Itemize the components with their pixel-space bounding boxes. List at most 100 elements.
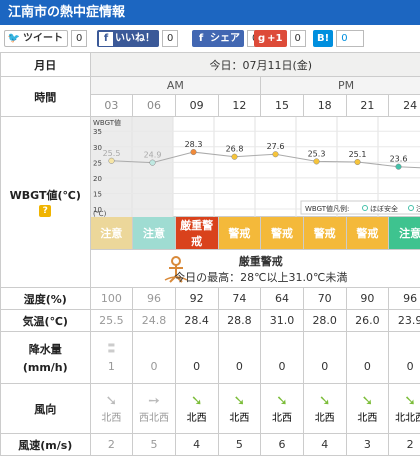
gplus-count: 0 — [289, 30, 306, 47]
rain-cell: 0 — [302, 331, 347, 384]
wind-arrow-icon: ➘ — [190, 393, 203, 409]
gplus-widget[interactable]: g +1 0 — [254, 30, 306, 50]
twitter-icon: 🐦 — [7, 32, 21, 44]
wind-speed-label: 風速(m/s) — [0, 433, 91, 456]
wind-speed-cell: 6 — [260, 433, 304, 456]
hour-cell: 03 — [89, 94, 134, 117]
wind-dir-cell: ➘ 北西 — [260, 383, 304, 434]
humidity-cell: 70 — [302, 287, 347, 310]
am-label: AM — [89, 76, 262, 95]
wind-speed-cell: 4 — [302, 433, 347, 456]
share-button[interactable]: f シェア — [192, 30, 244, 47]
humidity-label: 湿度(%) — [0, 287, 91, 310]
y-tick-label: 20 — [93, 175, 102, 183]
humidity-cell: 64 — [260, 287, 304, 310]
wbgt-label-cell: WBGT値(℃) ? — [0, 116, 91, 288]
wbgt-value-label: 25.1 — [348, 150, 366, 159]
warning-cell: 注意 — [132, 216, 176, 250]
humidity-cell: 74 — [217, 287, 262, 310]
wind-speed-cell: 3 — [345, 433, 390, 456]
wbgt-value-label: 25.5 — [102, 149, 120, 158]
wind-arrow-icon: ➘ — [233, 393, 246, 409]
wind-speed-cell: 5 — [217, 433, 262, 456]
y-tick-label: 15 — [93, 190, 102, 198]
wind-arrow-icon: ➙ — [148, 393, 160, 409]
warning-cell: 警戒 — [345, 216, 390, 250]
hatena-button[interactable]: B! — [313, 30, 334, 47]
wind-dir-text: 北西 — [357, 413, 378, 424]
wind-dir-cell: ➘ 北西 — [89, 383, 134, 434]
wind-dir-text: 北西 — [186, 413, 207, 424]
wbgt-value-label: 24.9 — [143, 151, 161, 160]
warning-cell: 警戒 — [217, 216, 262, 250]
tweet-count: 0 — [71, 30, 88, 47]
rain-value: 0 — [363, 360, 371, 373]
share-widget[interactable]: f シェア 0 — [192, 30, 264, 50]
temp-cell: 28.0 — [302, 309, 347, 332]
rain-value: 0 — [321, 360, 329, 373]
wind-dir-text: 北西 — [229, 413, 250, 424]
legend-swatch — [407, 205, 414, 211]
y-tick-label: 30 — [93, 144, 102, 152]
rain-value: 0 — [406, 360, 414, 373]
wind-dir-row: 風向 ➘ 北西 ➙ 西北西 ➘ 北西 ➘ 北西 ➘ 北西 ➘ 北西 ➘ 北西 ➘ 北北西 — [0, 383, 420, 434]
wind-dir-cell: ➙ 西北西 — [132, 383, 176, 434]
wbgt-point — [107, 157, 115, 164]
rain-cell: 0 — [345, 331, 390, 384]
wind-arrow-icon: ➘ — [361, 393, 374, 409]
wind-speed-cell: 5 — [132, 433, 176, 456]
y-axis-unit: (℃) — [93, 210, 107, 217]
rain-label-cell: 降水量 (mm/h) — [0, 331, 91, 384]
wind-dir-text: 北西 — [272, 413, 293, 424]
hour-cell: 24 — [388, 94, 420, 117]
legend-item: 注 — [416, 204, 420, 213]
temp-cell: 26.0 — [345, 309, 390, 332]
wind-arrow-icon: ➘ — [404, 393, 416, 409]
date-label: 月日 — [0, 52, 91, 77]
wind-arrow-icon: ➘ — [276, 393, 288, 409]
rain-value: 0 — [235, 360, 243, 373]
rain-value: 0 — [278, 360, 286, 373]
temp-cell: 28.4 — [174, 309, 219, 332]
wind-speed-row: 風速(m/s) 2 5 4 5 6 4 3 2 — [0, 433, 420, 456]
wind-dir-text: 西北西 — [139, 413, 169, 424]
wind-dir-cell: ➘ 北西 — [345, 383, 390, 434]
wbgt-label: WBGT値(℃) — [9, 189, 81, 202]
wind-dir-cell: ➘ 北西 — [217, 383, 262, 434]
wind-dir-text: 北西 — [101, 413, 122, 424]
wind-dir-text: 北北西 — [395, 413, 420, 424]
page-title: 江南市の熱中症情報 — [0, 0, 420, 25]
wbgt-point — [271, 151, 279, 158]
hatena-widget[interactable]: B! 0 — [313, 30, 365, 50]
like-label: いいね！ — [115, 33, 155, 44]
temp-label: 気温(℃) — [0, 309, 91, 332]
rain-cell: 0 — [132, 331, 176, 384]
temp-cell: 23.9 — [388, 309, 420, 332]
rain-cell: 0 — [260, 331, 304, 384]
legend-swatch — [361, 205, 368, 211]
facebook-f-icon: f — [198, 32, 204, 44]
humidity-row: 湿度(%) 100 96 92 74 64 70 90 96 — [0, 287, 420, 310]
like-button[interactable]: f いいね！ — [97, 30, 159, 47]
y-tick-label: 25 — [93, 159, 102, 167]
summary-text: 今日の最高：28℃以上31.0℃未満 — [174, 271, 348, 284]
tweet-button[interactable]: 🐦 ツイート — [4, 30, 68, 47]
rain-value: 0 — [193, 360, 201, 373]
wind-dir-label: 風向 — [0, 383, 91, 434]
wbgt-point — [230, 153, 238, 160]
rain-unit: (mm/h) — [22, 361, 68, 374]
gplus-icon: g — [258, 33, 266, 44]
date-text: 今日：07月11日(金) — [89, 52, 420, 77]
facebook-widget[interactable]: f いいね！ 0 — [97, 30, 179, 50]
gplus-button[interactable]: g +1 — [254, 30, 287, 47]
wbgt-point — [394, 163, 402, 170]
rain-cell: 0 — [388, 331, 420, 384]
wind-speed-cell: 2 — [89, 433, 134, 456]
heatstroke-widget: { "title": "江南市の熱中症情報", "social": { "twe… — [0, 0, 420, 457]
humidity-cell: 96 — [388, 287, 420, 310]
wbgt-value-label: 27.6 — [266, 142, 284, 151]
tweet-widget[interactable]: 🐦 ツイート 0 — [4, 30, 88, 50]
help-icon[interactable]: ? — [39, 205, 52, 217]
rain-value: 0 — [150, 360, 158, 373]
wind-dir-cell: ➘ 北西 — [174, 383, 219, 434]
